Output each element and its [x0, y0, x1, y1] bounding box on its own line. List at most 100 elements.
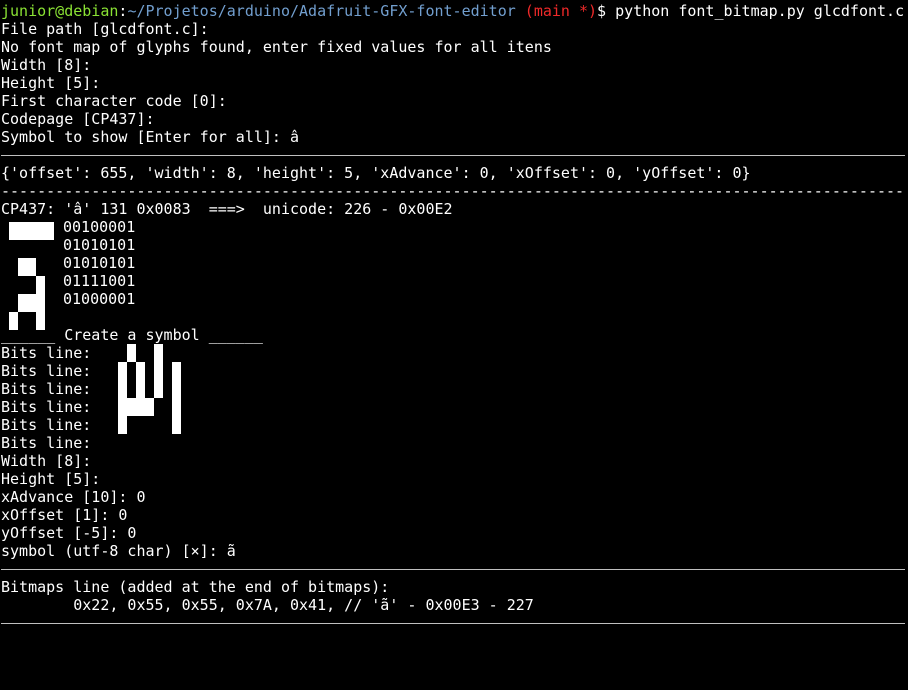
output-line: File path [glcdfont.c]: [1, 20, 209, 38]
terminal-window[interactable]: junior@debian:~/Projetos/arduino/Adafrui… [1, 2, 907, 632]
bit-pixel [145, 362, 154, 380]
output-line: xAdvance [10]: 0 [1, 488, 146, 506]
glyph-pixel [36, 276, 45, 294]
glyph-pixel [18, 258, 27, 276]
bit-pixel [136, 344, 145, 362]
shell-prompt-line: junior@debian:~/Projetos/arduino/Adafrui… [1, 2, 907, 20]
bit-pixel [127, 344, 136, 362]
output-line: First character code [0]: [1, 92, 227, 110]
bits-row-text: 01010101 [63, 254, 136, 272]
bit-pixel [118, 398, 127, 416]
bit-pixel [154, 398, 163, 416]
prompt-path: ~/Projetos/arduino/Adafruit-GFX-font-edi… [127, 2, 516, 20]
glyph-pixel [9, 258, 18, 276]
bit-pixel [172, 380, 181, 398]
bit-pixel [127, 398, 136, 416]
glyph-pixel [9, 276, 18, 294]
bits-row-text: 01000001 [63, 290, 136, 308]
output-line: Height [5]: [1, 74, 101, 92]
glyph-pixel [18, 240, 27, 258]
output-line: Width [8]: [1, 452, 92, 470]
output-line: xOffset [1]: 0 [1, 506, 128, 524]
bit-pixel [154, 416, 163, 434]
glyph-pixel [45, 294, 54, 312]
bit-pixel [136, 416, 145, 434]
bits-line-pixels [109, 344, 181, 362]
glyph-pixel [27, 240, 36, 258]
output-line: symbol (utf-8 char) [×]: ã [1, 542, 236, 560]
bit-pixel [109, 344, 118, 362]
bits-line-pixels [109, 416, 181, 434]
glyph-pixel [45, 258, 54, 276]
bits-line-pixels [109, 434, 181, 452]
glyph-pixel [18, 294, 27, 312]
glyph-bits-list: 00100001 01010101 01010101 01111001 0100… [63, 218, 135, 308]
bits-line-label: Bits line: [1, 362, 101, 380]
bit-pixel [118, 362, 127, 380]
bitmaps-line: 0x22, 0x55, 0x55, 0x7A, 0x41, // 'ã' - 0… [1, 596, 534, 614]
bit-pixel [109, 362, 118, 380]
prompt-dollar: $ [597, 2, 616, 20]
bit-pixel [163, 398, 172, 416]
prompt-git-branch: (main *) [515, 2, 598, 20]
bit-pixel [172, 398, 181, 416]
bit-pixel [145, 344, 154, 362]
codepage-mapping-line: CP437: 'â' 131 0x0083 ===> unicode: 226 … [1, 200, 453, 218]
glyph-pixel [36, 294, 45, 312]
dashed-separator: ----------------------------------------… [1, 182, 905, 200]
bit-pixel [118, 434, 127, 452]
bit-pixel [154, 434, 163, 452]
output-line: No font map of glyphs found, enter fixed… [1, 38, 552, 56]
bit-pixel [136, 362, 145, 380]
bits-line-row: Bits line: [1, 380, 907, 398]
bit-pixel [154, 380, 163, 398]
bit-pixel [136, 434, 145, 452]
glyph-pixel [36, 222, 45, 240]
bit-pixel [127, 434, 136, 452]
bits-line-pixels [109, 398, 181, 416]
bit-pixel [145, 380, 154, 398]
bits-row-text: 00100001 [63, 218, 136, 236]
separator-rule [1, 560, 907, 578]
output-line: yOffset [-5]: 0 [1, 524, 137, 542]
glyph-pixel [27, 294, 36, 312]
create-symbol-header: ______ Create a symbol ______ [1, 326, 263, 344]
bits-row-text: 01111001 [63, 272, 136, 290]
bit-pixel [127, 362, 136, 380]
command-text: python font_bitmap.py glcdfont.c [615, 2, 905, 20]
bits-line-row: Bits line: [1, 344, 907, 362]
glyph-pixel [9, 222, 18, 240]
bits-line-label: Bits line: [1, 416, 101, 434]
bit-pixel [136, 398, 145, 416]
glyph-pixel [36, 258, 45, 276]
glyph-pixel [27, 222, 36, 240]
bit-pixel [118, 416, 127, 434]
glyph-pixel [45, 240, 54, 258]
bit-pixel [163, 434, 172, 452]
bits-line-label: Bits line: [1, 344, 101, 362]
glyph-info-line: {'offset': 655, 'width': 8, 'height': 5,… [1, 164, 751, 182]
separator-rule [1, 614, 907, 632]
glyph-pixel [27, 276, 36, 294]
glyph-pixel [27, 258, 36, 276]
output-line: Height [5]: [1, 470, 101, 488]
bit-pixel [172, 416, 181, 434]
bit-pixel [172, 344, 181, 362]
bit-pixel [127, 416, 136, 434]
glyph-pixel [36, 240, 45, 258]
bit-pixel [118, 380, 127, 398]
glyph-pixel [45, 222, 54, 240]
bits-line-row: Bits line: [1, 416, 907, 434]
bit-pixel [118, 344, 127, 362]
bit-pixel [109, 398, 118, 416]
glyph-pixel [9, 240, 18, 258]
output-line: Codepage [CP437]: [1, 110, 155, 128]
glyph-pixel [45, 276, 54, 294]
bits-line-entries: Bits line: Bits line: Bits line: Bits li… [1, 344, 907, 452]
glyph-preview: 00100001 01010101 01010101 01111001 0100… [1, 218, 907, 330]
bit-pixel [172, 434, 181, 452]
bit-pixel [109, 380, 118, 398]
bits-line-label: Bits line: [1, 434, 101, 452]
glyph-bitmap-image [9, 222, 54, 330]
output-line: Width [8]: [1, 56, 92, 74]
